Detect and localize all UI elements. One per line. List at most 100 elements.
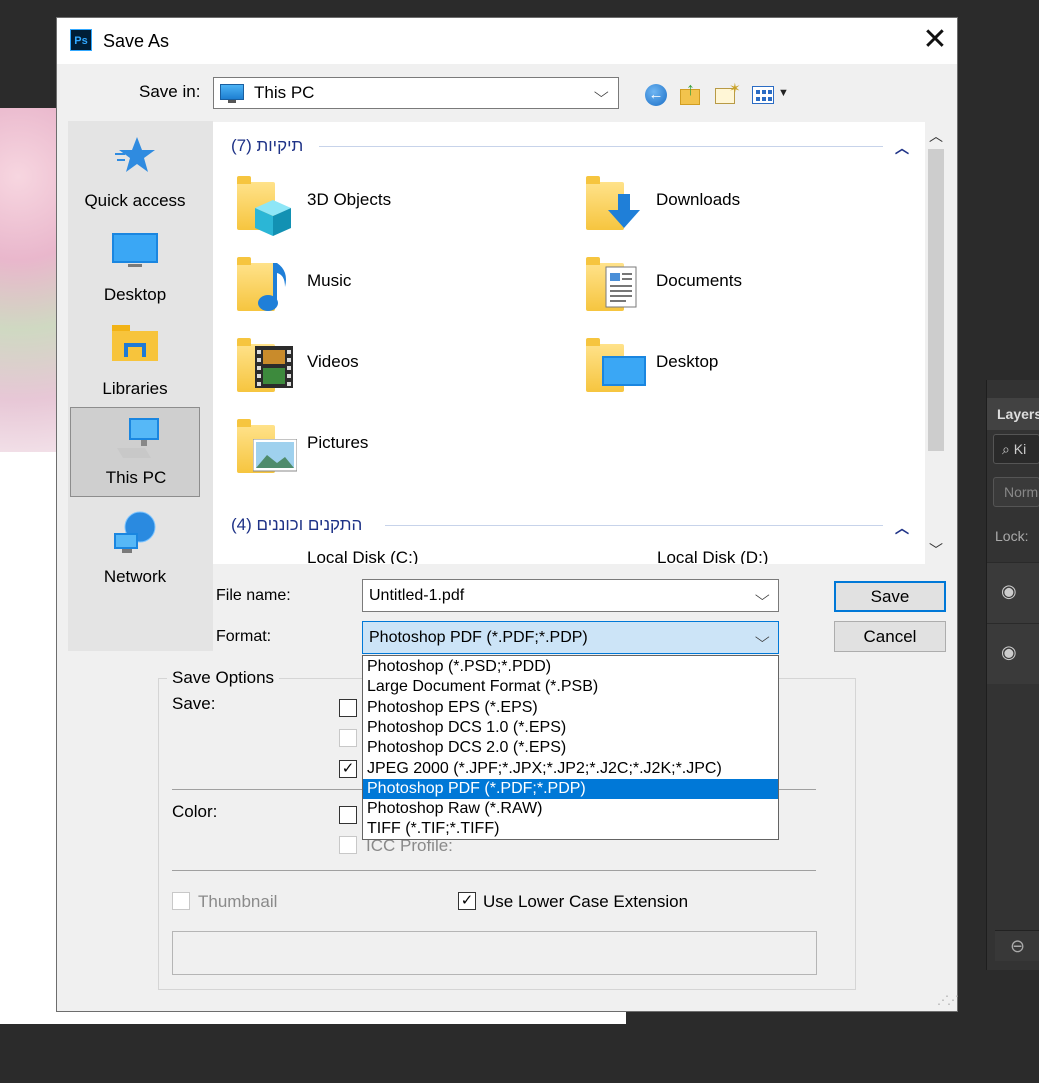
color-option-checkbox[interactable]: [339, 806, 357, 824]
save-option-checkbox[interactable]: ✓: [339, 760, 357, 778]
desktop-icon: [112, 233, 158, 267]
eye-icon[interactable]: ◉: [1001, 642, 1017, 663]
folder-item[interactable]: Desktop: [586, 332, 886, 404]
save-options-title: Save Options: [167, 668, 280, 688]
format-dropdown[interactable]: Photoshop PDF (*.PDF;*.PDP) ⌵: [362, 621, 779, 654]
collapse-chevron-icon[interactable]: ︿: [895, 518, 909, 538]
lower-case-label: Use Lower Case Extension: [483, 892, 689, 911]
computer-icon: [220, 84, 244, 100]
blend-mode-select[interactable]: Norm: [993, 477, 1039, 507]
save-in-value: This PC: [254, 83, 315, 102]
desktop-icon: [602, 356, 646, 386]
format-option[interactable]: Photoshop DCS 1.0 (*.EPS): [363, 718, 778, 738]
icc-profile-checkbox: [339, 836, 357, 854]
layers-tab[interactable]: Layers: [987, 398, 1039, 430]
thumbnail-label: Thumbnail: [198, 892, 278, 911]
chevron-down-icon[interactable]: ⌵: [755, 587, 770, 604]
format-option[interactable]: Photoshop PDF (*.PDF;*.PDP): [363, 778, 778, 799]
cancel-button[interactable]: Cancel: [834, 621, 946, 652]
view-menu-button[interactable]: ▼: [752, 84, 792, 106]
new-folder-button[interactable]: ✶: [715, 80, 741, 106]
back-button[interactable]: ←: [645, 84, 667, 106]
color-label: Color:: [172, 802, 218, 821]
lock-label: Lock:: [995, 528, 1029, 544]
folder-item[interactable]: Documents: [586, 251, 886, 323]
format-dropdown-list[interactable]: Photoshop (*.PSD;*.PDD) Large Document Fo…: [362, 655, 779, 840]
file-name-value: Untitled-1.pdf: [369, 587, 465, 604]
place-quick-access[interactable]: Quick access: [70, 131, 200, 221]
folder-item[interactable]: Videos: [237, 332, 537, 404]
place-desktop[interactable]: Desktop: [70, 225, 200, 315]
file-list[interactable]: תיקיות (7) ︿ 3D Objects Downloads Music: [213, 122, 947, 564]
place-label: Quick access: [84, 191, 186, 210]
photoshop-logo-icon: Ps: [70, 29, 92, 51]
file-name-label: File name:: [216, 587, 291, 604]
group-header-folders[interactable]: תיקיות (7): [231, 136, 303, 156]
thumbnail-checkbox: [172, 892, 190, 910]
resize-grip-icon[interactable]: ⋰⋰: [937, 993, 959, 1007]
vertical-scrollbar[interactable]: ︿ ﹀: [925, 122, 947, 564]
description-box: [172, 931, 817, 975]
place-libraries[interactable]: Libraries: [70, 319, 200, 409]
scroll-thumb[interactable]: [928, 149, 944, 451]
format-option[interactable]: Photoshop Raw (*.RAW): [363, 799, 778, 819]
save-button[interactable]: Save: [834, 581, 946, 612]
places-bar: Quick access Desktop Libraries This PC N…: [68, 121, 213, 651]
save-option-checkbox: [339, 729, 357, 747]
link-layers-icon[interactable]: ⊖: [995, 930, 1039, 961]
format-option[interactable]: JPEG 2000 (*.JPF;*.JPX;*.JP2;*.J2C;*.J2K…: [363, 759, 778, 779]
item-name: Desktop: [656, 352, 719, 371]
group-divider: [385, 525, 883, 526]
drive-name: Local Disk (D:): [657, 548, 769, 564]
group-header-devices[interactable]: התקנים וכוננים (4): [231, 515, 362, 535]
collapse-chevron-icon[interactable]: ︿: [895, 138, 909, 158]
eye-icon[interactable]: ◉: [1001, 581, 1017, 602]
format-value: Photoshop PDF (*.PDF;*.PDP): [369, 629, 588, 646]
computer-stand: [228, 100, 236, 103]
item-name: Pictures: [307, 433, 369, 452]
format-option[interactable]: Photoshop EPS (*.EPS): [363, 698, 778, 718]
group-divider: [319, 146, 883, 147]
layer-search-text: Ki: [1013, 441, 1027, 457]
download-arrow-icon: [608, 194, 640, 228]
folder-item[interactable]: Pictures: [237, 413, 537, 485]
libraries-icon: [112, 325, 158, 361]
layer-row[interactable]: ◉: [987, 623, 1039, 684]
document-icon: [605, 266, 637, 308]
item-name: Music: [307, 271, 352, 290]
save-as-dialog: Ps Save As ✕ Save in: This PC ⌵ ← ↑ ✶ ▼ …: [56, 17, 959, 1012]
chevron-down-icon: ⌵: [754, 629, 770, 645]
canvas-image: [0, 108, 60, 452]
scroll-down-arrow-icon[interactable]: ﹀: [925, 540, 947, 560]
place-network[interactable]: Network: [70, 507, 200, 597]
place-label: This PC: [105, 468, 167, 487]
save-in-dropdown[interactable]: This PC ⌵: [213, 77, 619, 109]
scroll-up-arrow-icon[interactable]: ︿: [925, 126, 947, 146]
picture-icon: [253, 439, 297, 472]
layer-row[interactable]: ◉: [987, 562, 1039, 623]
format-option[interactable]: Photoshop DCS 2.0 (*.EPS): [363, 738, 778, 758]
folder-item[interactable]: 3D Objects: [237, 170, 537, 242]
folder-item[interactable]: Music: [237, 251, 537, 323]
layer-search-input[interactable]: ⌕ Ki: [993, 434, 1039, 464]
dialog-title: Save As: [103, 31, 170, 51]
close-button[interactable]: ✕: [915, 22, 955, 60]
format-option[interactable]: Large Document Format (*.PSB): [363, 677, 778, 697]
place-this-pc[interactable]: This PC: [70, 407, 200, 497]
title-bar[interactable]: Ps Save As ✕: [57, 18, 957, 64]
place-label: Libraries: [102, 379, 168, 398]
folder-item[interactable]: Downloads: [586, 170, 886, 242]
drive-item[interactable]: Local Disk (C:): [229, 548, 559, 564]
format-option[interactable]: TIFF (*.TIF;*.TIFF): [363, 819, 778, 839]
lower-case-checkbox[interactable]: ✓: [458, 892, 476, 910]
3d-objects-icon: [255, 200, 291, 236]
save-option-checkbox[interactable]: [339, 699, 357, 717]
drive-item[interactable]: Local Disk (D:): [579, 548, 909, 564]
item-name: Downloads: [656, 190, 741, 209]
sparkle-icon: ✶: [729, 80, 741, 96]
file-name-input[interactable]: Untitled-1.pdf ⌵: [362, 579, 779, 612]
format-option[interactable]: Photoshop (*.PSD;*.PDD): [363, 657, 778, 677]
up-one-level-button[interactable]: ↑: [680, 79, 704, 107]
music-note-icon: [258, 263, 286, 311]
network-icon: [114, 511, 156, 553]
